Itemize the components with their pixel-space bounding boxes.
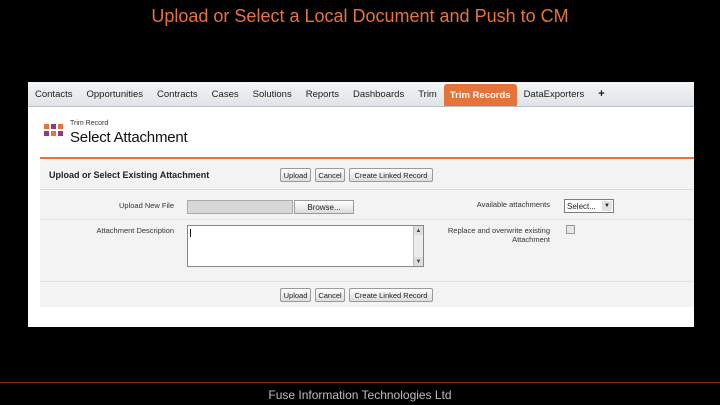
replace-label-line1: Replace and overwrite existing [447, 226, 550, 235]
scroll-up-icon[interactable]: ▲ [414, 226, 423, 235]
page-header: Trim Record Select Attachment [28, 107, 694, 155]
file-path-input[interactable] [187, 200, 293, 214]
replace-overwrite-checkbox[interactable] [566, 225, 575, 234]
tab-bar: Contacts Opportunities Contracts Cases S… [28, 82, 694, 107]
browse-button[interactable]: Browse... [294, 200, 354, 214]
upload-button[interactable]: Upload [280, 168, 311, 182]
slide-title: Upload or Select a Local Document and Pu… [151, 6, 569, 26]
cancel-button[interactable]: Cancel [315, 168, 345, 182]
tab-trim[interactable]: Trim [411, 82, 444, 106]
attachment-panel: Upload or Select Existing Attachment Upl… [40, 157, 694, 307]
text-caret [190, 229, 191, 237]
page-subtitle: Trim Record [70, 120, 109, 127]
panel-header: Upload or Select Existing Attachment Upl… [40, 159, 694, 190]
bottom-button-row: Upload Cancel Create Linked Record [40, 282, 694, 309]
textarea-scrollbar[interactable]: ▲ ▼ [413, 226, 423, 266]
replace-label-line2: Attachment [512, 235, 550, 244]
replace-overwrite-label: Replace and overwrite existing Attachmen… [430, 226, 550, 244]
upload-new-file-label: Upload New File [118, 201, 174, 210]
available-attachments-select[interactable]: Select... ▼ [564, 199, 614, 213]
add-tab-icon[interactable]: + [591, 82, 611, 106]
tab-dashboards[interactable]: Dashboards [346, 82, 411, 106]
upload-row: Upload New File Browse... Available atta… [40, 190, 694, 220]
select-value: Select... [567, 201, 596, 211]
available-attachments-label: Available attachments [476, 200, 550, 209]
tab-reports[interactable]: Reports [299, 82, 346, 106]
tab-trim-records[interactable]: Trim Records [443, 84, 517, 106]
tab-contacts[interactable]: Contacts [28, 82, 80, 106]
chevron-down-icon: ▼ [602, 201, 612, 211]
tab-solutions[interactable]: Solutions [246, 82, 299, 106]
create-linked-record-button-bottom[interactable]: Create Linked Record [349, 288, 433, 302]
tab-contracts[interactable]: Contracts [150, 82, 205, 106]
attachment-description-label: Attachment Description [96, 226, 174, 235]
tab-opportunities[interactable]: Opportunities [80, 82, 151, 106]
slide-footer: Fuse Information Technologies Ltd [268, 388, 452, 402]
tab-dataexporters[interactable]: DataExporters [517, 82, 592, 106]
description-row: Attachment Description ▲ ▼ Replace and o… [40, 220, 694, 282]
page-title: Select Attachment [70, 129, 188, 146]
panel-title: Upload or Select Existing Attachment [49, 170, 210, 180]
footer-divider [0, 382, 720, 383]
attachment-description-textarea[interactable]: ▲ ▼ [187, 225, 424, 267]
trim-logo-icon [44, 124, 64, 140]
create-linked-record-button[interactable]: Create Linked Record [349, 168, 433, 182]
screenshot-window: Contacts Opportunities Contracts Cases S… [28, 82, 694, 327]
upload-button-bottom[interactable]: Upload [280, 288, 311, 302]
cancel-button-bottom[interactable]: Cancel [315, 288, 345, 302]
scroll-down-icon[interactable]: ▼ [414, 257, 423, 266]
tab-cases[interactable]: Cases [205, 82, 246, 106]
